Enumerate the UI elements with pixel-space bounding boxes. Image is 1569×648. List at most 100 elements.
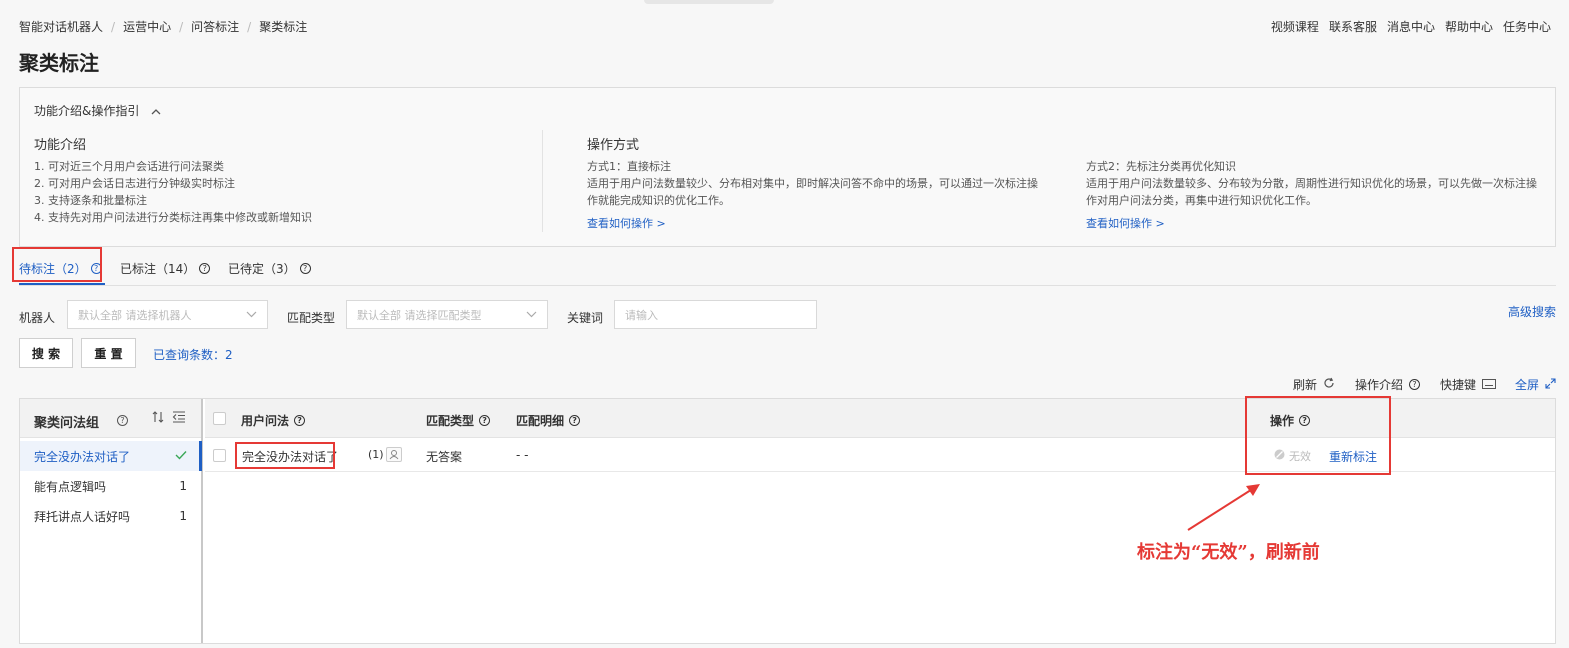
question-icon[interactable]: ?	[569, 415, 581, 426]
advanced-search-link[interactable]: 高级搜索	[1508, 303, 1556, 320]
group-item-label: 拜托讲点人话好吗	[34, 509, 131, 524]
group-item-count: 1	[179, 479, 187, 493]
annotation-arrow	[1187, 484, 1260, 531]
match-type-select[interactable]: 默认全部 请选择匹配类型	[346, 300, 548, 329]
refresh-icon	[1323, 377, 1335, 392]
search-button[interactable]: 搜 索	[19, 338, 73, 368]
top-link-message-center[interactable]: 消息中心	[1387, 18, 1435, 35]
page-title: 聚类标注	[19, 51, 99, 75]
chevron-up-icon	[151, 104, 161, 118]
question-icon: ?	[1409, 379, 1421, 390]
question-icon[interactable]: ?	[117, 415, 128, 426]
method1-desc-line1: 适用于用户问法数量较少、分布相对集中，即时解决问答不命中的场景，可以通过一次标注…	[587, 177, 1038, 190]
method2-title: 方式2：先标注分类再优化知识	[1086, 160, 1236, 173]
check-icon	[175, 449, 187, 463]
highlight-box-tab	[12, 247, 102, 282]
group-pane: 聚类问法组 ? 完全没办法对话了 能有点逻辑吗 1 拜托讲点人话好吗 1	[20, 399, 203, 643]
top-link-video-course[interactable]: 视频课程	[1271, 18, 1319, 35]
fullscreen-button[interactable]: 全屏	[1515, 376, 1556, 393]
group-item-label: 能有点逻辑吗	[34, 479, 107, 494]
refresh-button[interactable]: 刷新	[1293, 376, 1335, 393]
keyboard-icon	[1482, 378, 1497, 392]
group-item[interactable]: 能有点逻辑吗 1	[20, 471, 201, 501]
method2-desc-line1: 适用于用户问法数量较多、分布较为分散，周期性进行知识优化的场景，可以先做一次标注…	[1086, 177, 1537, 190]
match-type-select-placeholder: 默认全部 请选择匹配类型	[357, 308, 482, 322]
sort-icon[interactable]	[152, 410, 164, 427]
breadcrumb-item-qa-label[interactable]: 问答标注	[191, 18, 239, 35]
intro-toggle-label: 功能介绍&操作指引	[34, 104, 140, 118]
reset-button[interactable]: 重 置	[81, 338, 136, 368]
top-link-help-center[interactable]: 帮助中心	[1445, 18, 1493, 35]
operation-guide-button[interactable]: 操作介绍 ?	[1355, 376, 1421, 393]
annotation-text: 标注为“无效”，刷新前	[1137, 542, 1320, 563]
features-list: 1. 可对近三个月用户会话进行问法聚类 2. 可对用户会话日志进行分钟级实时标注…	[34, 158, 312, 226]
chevron-down-icon	[526, 308, 537, 321]
group-item[interactable]: 拜托讲点人话好吗 1	[20, 501, 201, 531]
group-item-label: 完全没办法对话了	[34, 449, 131, 464]
expand-icon	[1545, 377, 1556, 392]
keyword-filter-label: 关键词	[567, 311, 604, 325]
intro-divider	[542, 130, 543, 232]
group-header-title: 聚类问法组	[34, 416, 100, 431]
shortcut-button[interactable]: 快捷键	[1440, 376, 1497, 393]
column-header-match-type: 匹配类型?	[426, 412, 491, 429]
fullscreen-label: 全屏	[1515, 378, 1540, 392]
breadcrumb-item-current: 聚类标注	[259, 20, 308, 34]
row-match-type: 无答案	[426, 450, 463, 464]
method1-title: 方式1：直接标注	[587, 160, 671, 173]
breadcrumb-item-robot[interactable]: 智能对话机器人	[19, 18, 103, 35]
detail-icon[interactable]	[386, 447, 402, 462]
column-header-question: 用户问法?	[241, 412, 306, 429]
question-icon[interactable]: ?	[299, 263, 311, 274]
group-pane-header: 聚类问法组 ?	[20, 399, 201, 438]
shortcut-label: 快捷键	[1440, 378, 1477, 392]
robot-filter-label: 机器人	[19, 311, 56, 325]
intro-panel: 功能介绍&操作指引 功能介绍 1. 可对近三个月用户会话进行问法聚类 2. 可对…	[19, 87, 1556, 247]
column-header-match-detail: 匹配明细?	[516, 412, 581, 429]
question-icon[interactable]: ?	[479, 415, 491, 426]
breadcrumb: 智能对话机器人 / 运营中心 / 问答标注 / 聚类标注	[19, 18, 308, 35]
top-edge-decoration	[644, 0, 774, 4]
method2-block: 方式2：先标注分类再优化知识 适用于用户问法数量较多、分布较为分散，周期性进行知…	[1086, 158, 1537, 232]
breadcrumb-item-operations[interactable]: 运营中心	[123, 18, 171, 35]
operation-guide-label: 操作介绍	[1355, 378, 1404, 392]
result-count: 已查询条数：2	[153, 348, 233, 362]
methods-title: 操作方式	[587, 138, 640, 153]
refresh-label: 刷新	[1293, 378, 1318, 392]
row-checkbox[interactable]	[213, 449, 226, 462]
highlight-box-question	[235, 442, 335, 469]
active-group-indicator	[199, 441, 202, 471]
top-links: 视频课程 联系客服 消息中心 帮助中心 任务中心	[1271, 18, 1551, 35]
top-link-customer-service[interactable]: 联系客服	[1329, 18, 1377, 35]
robot-select-placeholder: 默认全部 请选择机器人	[78, 308, 192, 322]
row-match-detail: - -	[516, 448, 529, 462]
method2-link[interactable]: 查看如何操作 >	[1086, 215, 1537, 232]
tab-labeled[interactable]: 已标注（14） ?	[120, 260, 211, 277]
collapse-list-icon[interactable]	[172, 411, 186, 426]
question-icon[interactable]: ?	[294, 415, 306, 426]
active-tab-underline	[19, 283, 105, 285]
group-item[interactable]: 完全没办法对话了	[20, 441, 201, 471]
method1-link[interactable]: 查看如何操作 >	[587, 215, 1038, 232]
robot-select[interactable]: 默认全部 请选择机器人	[67, 300, 268, 329]
keyword-input[interactable]: 请输入	[614, 300, 817, 329]
question-icon[interactable]: ?	[199, 263, 211, 274]
method1-desc-line2: 作就能完成知识的优化工作。	[587, 194, 730, 207]
feature-item: 2. 可对用户会话日志进行分钟级实时标注	[34, 177, 235, 190]
match-type-filter-label: 匹配类型	[287, 311, 336, 325]
row-question-count: (1)	[368, 448, 384, 461]
feature-item: 1. 可对近三个月用户会话进行问法聚类	[34, 160, 224, 173]
feature-item: 4. 支持先对用户问法进行分类标注再集中修改或新增知识	[34, 211, 312, 224]
group-item-count: 1	[179, 509, 187, 523]
status-tabs: 待标注（2） ? 已标注（14） ? 已待定（3） ?	[19, 251, 1556, 286]
method1-block: 方式1：直接标注 适用于用户问法数量较少、分布相对集中，即时解决问答不命中的场景…	[587, 158, 1038, 232]
tab-labeled-label: 已标注（14）	[120, 262, 196, 276]
tab-undetermined-label: 已待定（3）	[228, 262, 296, 276]
feature-item: 3. 支持逐条和批量标注	[34, 194, 147, 207]
tab-undetermined[interactable]: 已待定（3） ?	[228, 260, 311, 277]
top-link-task-center[interactable]: 任务中心	[1503, 18, 1551, 35]
highlight-box-actions	[1245, 396, 1391, 475]
select-all-checkbox[interactable]	[213, 412, 226, 425]
keyword-input-placeholder: 请输入	[625, 308, 658, 322]
intro-toggle[interactable]: 功能介绍&操作指引	[34, 102, 161, 119]
